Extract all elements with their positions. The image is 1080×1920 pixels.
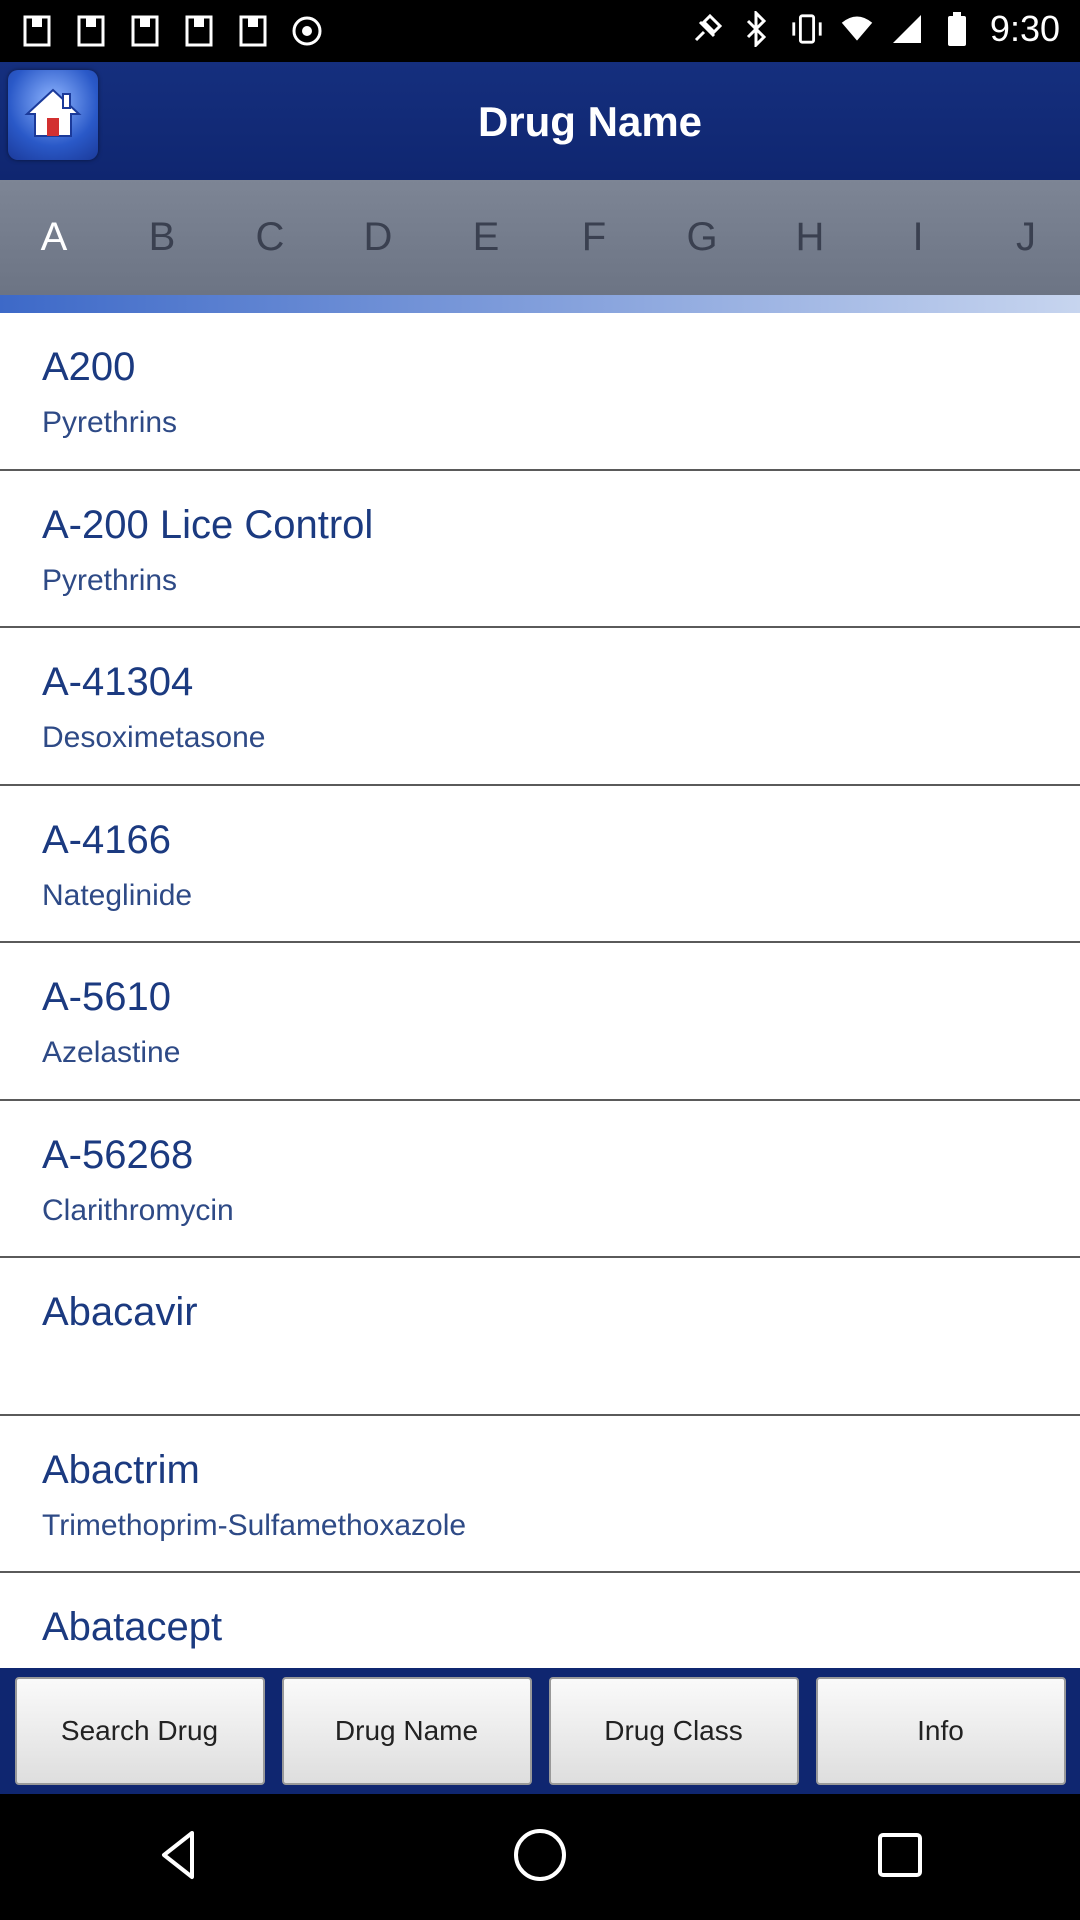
drug-generic: Desoximetasone	[42, 721, 266, 754]
alpha-tab-i[interactable]: I	[864, 215, 972, 260]
drug-name: A-4166	[42, 817, 171, 862]
list-item[interactable]: A200 Pyrethrins	[0, 313, 1080, 471]
drug-list[interactable]: A200 Pyrethrins A-200 Lice Control Pyret…	[0, 313, 1080, 1668]
info-button[interactable]: Info	[815, 1677, 1066, 1785]
drug-generic: Clarithromycin	[42, 1193, 234, 1227]
clock-time: 9:30	[989, 8, 1060, 49]
list-item[interactable]: Abatacept	[0, 1573, 1080, 1668]
status-system: 9:30	[690, 8, 1060, 50]
signal-icon	[890, 10, 924, 48]
drug-class-button[interactable]: Drug Class	[548, 1677, 799, 1785]
alpha-tab-d[interactable]: D	[324, 215, 432, 260]
drug-name: A200	[42, 345, 136, 389]
active-letter-indicator	[0, 295, 1080, 313]
drug-generic: Azelastine	[42, 1036, 181, 1069]
recents-button[interactable]	[855, 1812, 945, 1902]
alpha-tab-a[interactable]: A	[0, 215, 108, 260]
alpha-tab-e[interactable]: E	[432, 215, 540, 260]
wifi-icon	[840, 10, 874, 48]
list-item[interactable]: Abacavir	[0, 1258, 1080, 1416]
page-title: Drug Name	[477, 98, 703, 145]
alphabet-index-bar: A B C D E F G H I J	[0, 180, 1080, 295]
square-icon	[870, 1825, 930, 1890]
drug-name: Abatacept	[42, 1605, 223, 1649]
battery-icon	[940, 10, 974, 48]
vibrate-icon	[790, 10, 824, 48]
circle-icon	[510, 1825, 570, 1890]
back-button[interactable]	[135, 1812, 225, 1902]
notification-icon	[236, 12, 270, 50]
drug-generic: Trimethoprim-Sulfamethoxazole	[42, 1508, 467, 1542]
system-navigation-bar	[0, 1794, 1080, 1920]
gps-icon	[690, 10, 724, 48]
drug-generic: Pyrethrins	[42, 563, 178, 597]
drug-name: A-200 Lice Control	[42, 502, 374, 547]
drug-name: A-5610	[42, 975, 171, 1019]
alpha-tab-b[interactable]: B	[108, 215, 216, 260]
notification-icon	[128, 12, 162, 50]
notification-icon	[182, 12, 216, 50]
notification-icon	[20, 12, 54, 50]
notification-icon	[74, 12, 108, 50]
list-item[interactable]: A-5610 Azelastine	[0, 943, 1080, 1101]
search-drug-button[interactable]: Search Drug	[14, 1677, 265, 1785]
list-item[interactable]: A-200 Lice Control Pyrethrins	[0, 471, 1080, 628]
list-item[interactable]: A-41304 Desoximetasone	[0, 628, 1080, 786]
drug-name: A-41304	[42, 660, 194, 704]
alpha-tab-g[interactable]: G	[648, 215, 756, 260]
alpha-tab-c[interactable]: C	[216, 215, 324, 260]
list-item[interactable]: A-4166 Nateglinide	[0, 786, 1080, 943]
status-bar: 9:30	[0, 0, 1080, 62]
drug-name: Abactrim	[42, 1447, 200, 1492]
list-item[interactable]: Abactrim Trimethoprim-Sulfamethoxazole	[0, 1416, 1080, 1573]
drug-name: A-56268	[42, 1132, 194, 1177]
alpha-tab-j[interactable]: J	[972, 215, 1080, 260]
status-notifications	[20, 12, 324, 50]
drug-generic: Pyrethrins	[42, 406, 178, 439]
drug-name: Abacavir	[42, 1290, 198, 1334]
app-header: Drug Name	[0, 62, 1080, 180]
bluetooth-icon	[740, 10, 774, 48]
bottom-tab-bar: Search Drug Drug Name Drug Class Info	[0, 1668, 1080, 1794]
alpha-tab-f[interactable]: F	[540, 215, 648, 260]
notification-icon	[290, 12, 324, 50]
list-item[interactable]: A-56268 Clarithromycin	[0, 1101, 1080, 1258]
home-nav-button[interactable]	[495, 1812, 585, 1902]
alpha-tab-h[interactable]: H	[756, 215, 864, 260]
drug-generic: Nateglinide	[42, 878, 193, 912]
drug-name-button[interactable]: Drug Name	[281, 1677, 532, 1785]
back-icon	[150, 1825, 210, 1890]
